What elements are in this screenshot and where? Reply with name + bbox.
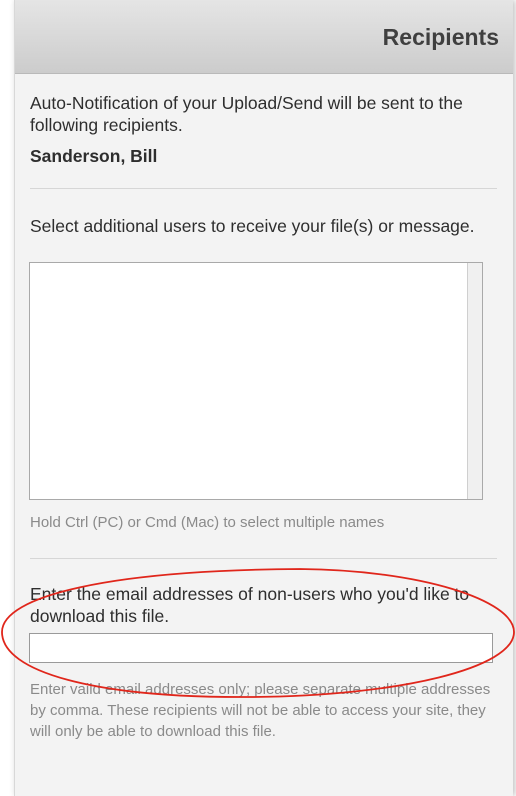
listbox-scrollbar[interactable] (467, 263, 482, 499)
additional-users-listbox[interactable] (29, 262, 483, 500)
multi-select-hint: Hold Ctrl (PC) or Cmd (Mac) to select mu… (30, 514, 385, 531)
section-divider (30, 558, 497, 559)
recipient-name: Sanderson, Bill (30, 146, 158, 166)
auto-notification-text: Auto-Notification of your Upload/Send wi… (30, 93, 463, 135)
additional-users-label: Select additional users to receive your … (30, 216, 475, 236)
email-instructions-hint: Enter vaild email addresses only; please… (30, 681, 491, 740)
section-divider (30, 188, 497, 189)
non-user-email-label: Enter the email addresses of non-users w… (30, 584, 470, 626)
panel-title: Recipients (382, 24, 499, 50)
recipients-panel: Recipients Auto-Notification of your Upl… (14, 0, 513, 796)
panel-header: Recipients (15, 0, 513, 74)
non-user-email-input[interactable] (29, 633, 493, 663)
